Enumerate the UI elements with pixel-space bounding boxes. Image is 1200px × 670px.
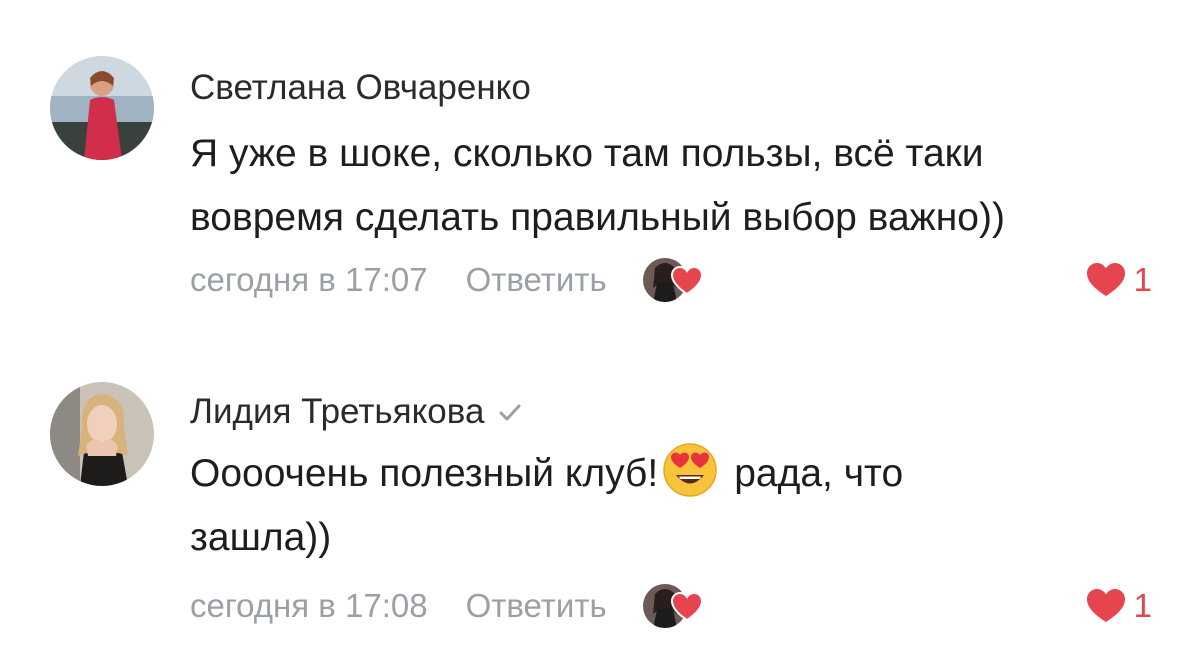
comment: Светлана Овчаренко Я уже в шоке, сколько… [0, 0, 1200, 330]
author-line: Лидия Третьякова [190, 390, 524, 434]
heart-eyes-emoji-icon [663, 443, 717, 497]
liked-by-author [642, 256, 703, 304]
comment-text-line: Оооочень полезный клуб! рада, что [190, 442, 1180, 506]
heart-icon [1086, 589, 1125, 622]
comment-date: сегодня в 17:07 [190, 261, 428, 298]
reply-button[interactable]: Ответить [466, 587, 607, 625]
comment-text-fragment: рада, что [734, 452, 904, 495]
comment: Лидия Третьякова Оооочень полезный клуб!… [0, 330, 1200, 670]
verified-checkmark-icon [499, 404, 521, 421]
user-avatar[interactable] [50, 56, 154, 160]
user-avatar[interactable] [50, 382, 154, 486]
comment-text: Я уже в шоке, сколько там пользы, всё та… [190, 122, 1180, 250]
liked-by-author [642, 582, 703, 630]
comment-date: сегодня в 17:08 [190, 587, 428, 624]
comment-text-line: зашла)) [190, 516, 332, 559]
heart-icon [670, 592, 703, 622]
comment-text-line: вовремя сделать правильный выбор важно)) [190, 196, 1005, 239]
like-count: 1 [1133, 587, 1152, 624]
comment-meta: сегодня в 17:08 Ответить [190, 584, 703, 628]
comment-text-fragment: Оооочень полезный клуб! [190, 452, 659, 495]
author-name[interactable]: Лидия Третьякова [190, 392, 484, 432]
reply-button[interactable]: Ответить [466, 261, 607, 299]
like-button[interactable]: 1 [1086, 258, 1152, 302]
heart-icon [1086, 263, 1125, 296]
author-line: Светлана Овчаренко [190, 66, 531, 110]
comment-meta: сегодня в 17:07 Ответить [190, 258, 703, 302]
like-button[interactable]: 1 [1086, 584, 1152, 628]
comment-text-line: Я уже в шоке, сколько там пользы, всё та… [190, 132, 984, 175]
author-name[interactable]: Светлана Овчаренко [190, 68, 531, 108]
comment-text: Оооочень полезный клуб! рада, что зашла)… [190, 442, 1180, 570]
heart-icon [670, 266, 703, 296]
like-count: 1 [1133, 261, 1152, 298]
